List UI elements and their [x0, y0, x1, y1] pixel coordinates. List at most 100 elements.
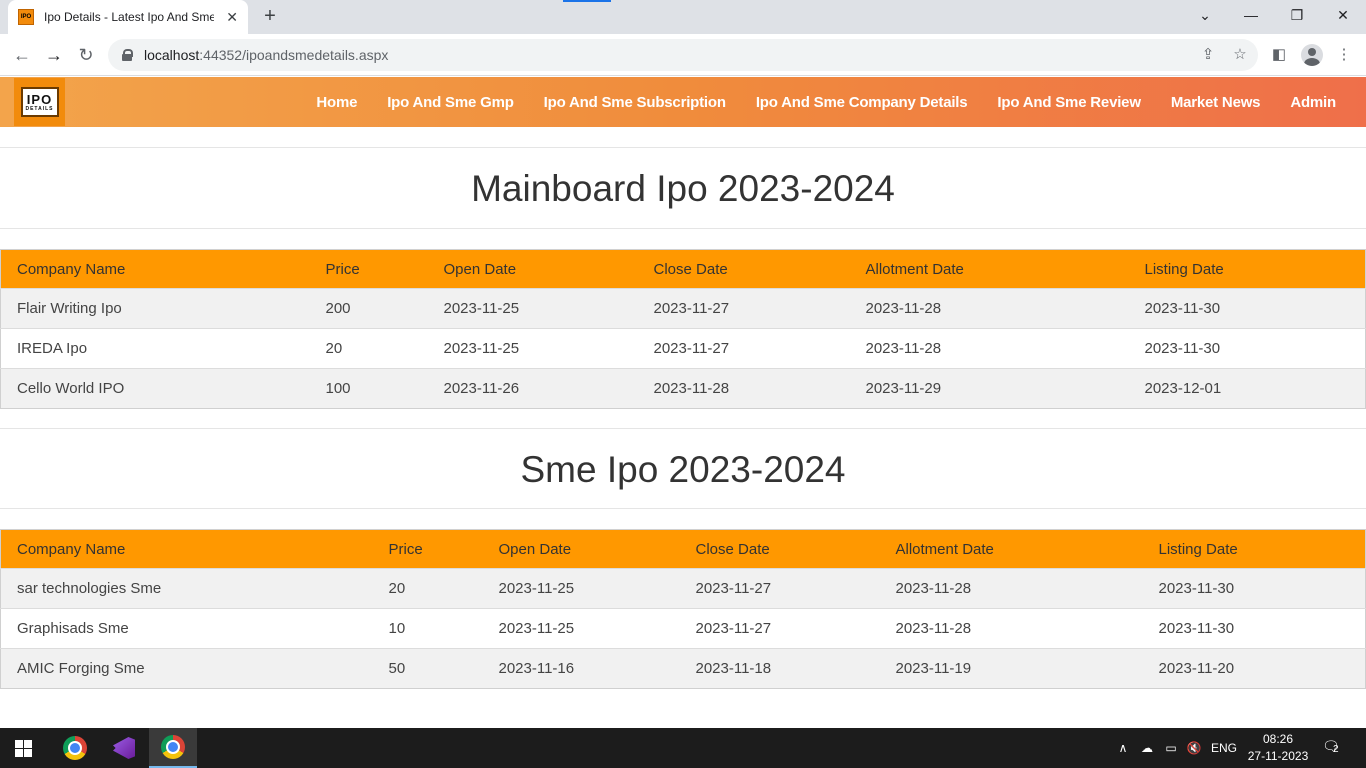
open-date-cell: 2023-11-16 — [482, 648, 680, 689]
chrome-icon — [161, 735, 185, 759]
column-header: Listing Date — [1128, 249, 1366, 289]
visual-studio-icon — [113, 737, 135, 759]
site-header: IPO DETAILS Home Ipo And Sme Gmp Ipo And… — [0, 77, 1366, 127]
close-date-cell: 2023-11-27 — [637, 288, 850, 329]
notification-count: 2 — [1333, 744, 1339, 755]
table-row: Cello World IPO 100 2023-11-26 2023-11-2… — [0, 368, 1366, 409]
logo-text: IPO — [26, 91, 53, 107]
taskbar-chrome-app-active[interactable] — [149, 728, 197, 768]
profile-avatar-icon[interactable] — [1301, 44, 1323, 66]
price-cell: 50 — [372, 648, 483, 689]
nav-ipo-sme-review[interactable]: Ipo And Sme Review — [997, 94, 1141, 111]
address-bar[interactable]: localhost:44352/ipoandsmedetails.aspx ⇪ … — [108, 39, 1258, 71]
allotment-date-cell: 2023-11-29 — [849, 368, 1129, 409]
taskbar-visual-studio-app[interactable] — [100, 728, 148, 768]
column-header: Open Date — [427, 249, 638, 289]
share-icon[interactable]: ⇪ — [1198, 45, 1218, 65]
url-path: :44352/ipoandsmedetails.aspx — [199, 47, 389, 63]
browser-toolbar: ← → ↻ localhost:44352/ipoandsmedetails.a… — [0, 34, 1366, 76]
column-header: Open Date — [482, 529, 680, 569]
price-cell: 200 — [309, 288, 428, 329]
tab-title: Ipo Details - Latest Ipo And Sme — [44, 10, 214, 24]
allotment-date-cell: 2023-11-28 — [879, 568, 1143, 609]
tray-cloud-icon[interactable]: ☁ — [1138, 728, 1156, 768]
table-row: Flair Writing Ipo 200 2023-11-25 2023-11… — [0, 288, 1366, 329]
close-tab-icon[interactable]: ✕ — [226, 9, 238, 25]
table-header-row: Company Name Price Open Date Close Date … — [0, 529, 1366, 569]
nav-home[interactable]: Home — [316, 94, 357, 111]
open-date-cell: 2023-11-25 — [482, 568, 680, 609]
listing-date-cell: 2023-11-30 — [1128, 328, 1366, 369]
language-indicator[interactable]: ENG — [1210, 728, 1238, 768]
back-arrow-icon[interactable]: ← — [8, 41, 36, 69]
forward-arrow-icon[interactable]: → — [40, 41, 68, 69]
network-icon[interactable]: ▭ — [1162, 728, 1180, 768]
volume-muted-icon[interactable]: 🔇 — [1186, 728, 1202, 768]
bookmark-star-icon[interactable]: ☆ — [1230, 45, 1250, 65]
url-text[interactable]: localhost:44352/ipoandsmedetails.aspx — [144, 47, 388, 63]
restore-button[interactable]: ❐ — [1274, 0, 1320, 30]
taskbar-clock[interactable]: 08:26 27-11-2023 — [1240, 731, 1316, 765]
open-date-cell: 2023-11-25 — [482, 608, 680, 649]
minimize-button[interactable]: — — [1228, 0, 1274, 30]
lock-icon[interactable] — [122, 49, 133, 61]
listing-date-cell: 2023-12-01 — [1128, 368, 1366, 409]
main-nav: Home Ipo And Sme Gmp Ipo And Sme Subscri… — [286, 77, 1336, 127]
taskbar-chrome-app[interactable] — [51, 728, 99, 768]
sme-title: Sme Ipo 2023-2024 — [0, 428, 1366, 509]
open-date-cell: 2023-11-25 — [427, 328, 638, 369]
company-name-cell: Graphisads Sme — [0, 608, 373, 649]
close-date-cell: 2023-11-28 — [637, 368, 850, 409]
allotment-date-cell: 2023-11-28 — [879, 608, 1143, 649]
nav-ipo-sme-company-details[interactable]: Ipo And Sme Company Details — [756, 94, 968, 111]
tab-search-chevron-icon[interactable]: ⌄ — [1182, 0, 1228, 30]
sme-table: Company Name Price Open Date Close Date … — [0, 529, 1366, 689]
reload-icon[interactable]: ↻ — [72, 41, 100, 69]
table-row: sar technologies Sme 20 2023-11-25 2023-… — [0, 568, 1366, 609]
price-cell: 10 — [372, 608, 483, 649]
mainboard-title: Mainboard Ipo 2023-2024 — [0, 147, 1366, 229]
listing-date-cell: 2023-11-30 — [1128, 288, 1366, 329]
table-row: Graphisads Sme 10 2023-11-25 2023-11-27 … — [0, 608, 1366, 649]
chrome-icon — [63, 736, 87, 760]
side-panel-icon[interactable]: ◧ — [1269, 45, 1289, 65]
tab-search-indicator — [563, 0, 611, 2]
close-date-cell: 2023-11-27 — [679, 608, 880, 649]
clock-time: 08:26 — [1262, 732, 1294, 746]
close-date-cell: 2023-11-27 — [637, 328, 850, 369]
allotment-date-cell: 2023-11-19 — [879, 648, 1143, 689]
nav-admin[interactable]: Admin — [1290, 94, 1336, 111]
company-name-cell: AMIC Forging Sme — [0, 648, 373, 689]
listing-date-cell: 2023-11-20 — [1142, 648, 1366, 689]
site-logo[interactable]: IPO DETAILS — [14, 78, 65, 126]
nav-ipo-sme-subscription[interactable]: Ipo And Sme Subscription — [544, 94, 726, 111]
allotment-date-cell: 2023-11-28 — [849, 288, 1129, 329]
price-cell: 100 — [309, 368, 428, 409]
close-window-button[interactable]: ✕ — [1320, 0, 1366, 30]
company-name-cell: sar technologies Sme — [0, 568, 373, 609]
logo-subtext: DETAILS — [25, 105, 54, 112]
table-header-row: Company Name Price Open Date Close Date … — [0, 249, 1366, 289]
windows-start-icon[interactable] — [15, 740, 32, 757]
table-row: IREDA Ipo 20 2023-11-25 2023-11-27 2023-… — [0, 328, 1366, 369]
column-header: Close Date — [637, 249, 850, 289]
listing-date-cell: 2023-11-30 — [1142, 568, 1366, 609]
browser-tab[interactable]: IPO Ipo Details - Latest Ipo And Sme ✕ — [8, 0, 248, 34]
company-name-cell: Cello World IPO — [0, 368, 310, 409]
site-favicon-icon: IPO — [18, 9, 34, 25]
table-row: AMIC Forging Sme 50 2023-11-16 2023-11-1… — [0, 648, 1366, 689]
nav-market-news[interactable]: Market News — [1171, 94, 1261, 111]
price-cell: 20 — [309, 328, 428, 369]
company-name-cell: Flair Writing Ipo — [0, 288, 310, 329]
new-tab-button[interactable]: + — [258, 5, 282, 29]
column-header: Allotment Date — [849, 249, 1129, 289]
nav-ipo-sme-gmp[interactable]: Ipo And Sme Gmp — [387, 94, 514, 111]
open-date-cell: 2023-11-25 — [427, 288, 638, 329]
column-header: Listing Date — [1142, 529, 1366, 569]
price-cell: 20 — [372, 568, 483, 609]
logo-badge: IPO DETAILS — [20, 87, 59, 117]
close-date-cell: 2023-11-27 — [679, 568, 880, 609]
menu-kebab-icon[interactable]: ⋮ — [1334, 45, 1354, 65]
tray-chevron-up-icon[interactable]: ∧ — [1116, 728, 1130, 768]
notification-center-icon[interactable]: 🗨 2 — [1322, 738, 1344, 758]
